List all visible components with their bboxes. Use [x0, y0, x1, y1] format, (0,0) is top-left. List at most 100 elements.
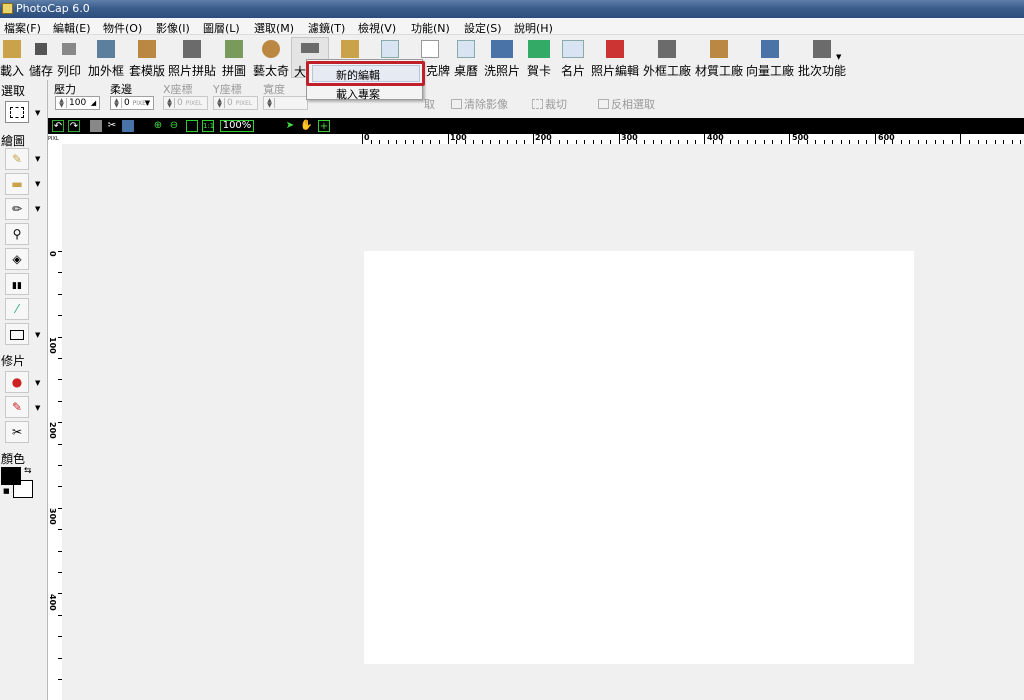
chevron-down-icon[interactable]: ▼ — [35, 155, 40, 163]
template-button[interactable]: 套模版 — [127, 37, 167, 78]
menu-view[interactable]: 檢視(V) — [358, 20, 396, 36]
frame-factory-button[interactable]: 外框工廠 — [641, 37, 693, 78]
printer-icon — [62, 43, 76, 55]
redo-icon[interactable]: ↷ — [68, 120, 80, 132]
clear-image-button[interactable]: 清除影像 — [451, 96, 508, 112]
menu-function[interactable]: 功能(N) — [411, 20, 450, 36]
zoom-level[interactable]: 100% — [220, 120, 254, 132]
menu-object[interactable]: 物件(O) — [103, 20, 142, 36]
partial-hidden-action[interactable]: 取 — [424, 96, 435, 112]
slider-arrow-icon[interactable]: ◢ — [89, 98, 98, 108]
spinner-icon[interactable]: ▲ ▼ — [57, 98, 67, 109]
app-icon — [2, 3, 13, 14]
frame-icon — [97, 40, 115, 58]
menu-file[interactable]: 檔案(F) — [4, 20, 41, 36]
actual-size-icon[interactable]: 1:1 — [202, 120, 214, 132]
retouch-section-label: 修片 — [1, 354, 26, 368]
puzzle-icon — [225, 40, 243, 58]
menu-help[interactable]: 說明(H) — [514, 20, 553, 36]
print-button[interactable]: 列印 — [56, 37, 82, 78]
tool-panel: 選取 ▼ 繪圖 ✎ ▼ ▬ ▼ ✏ ▼ ⚲ ◈ ▮▮ ⁄ ▼ 修片 ● ▼ ✎ … — [0, 80, 48, 700]
frame-factory-icon — [658, 40, 676, 58]
spinner-icon[interactable]: ▲ ▼ — [165, 98, 175, 109]
stamp-tool[interactable]: ⚲ — [5, 223, 29, 245]
y-coordinate-input[interactable]: ▲ ▼ 0 PIXEL — [213, 96, 258, 110]
photo-edit-button[interactable]: 照片編輯 — [589, 37, 641, 78]
swap-colors-icon[interactable]: ⇆ — [24, 466, 32, 476]
color-section-label: 顏色 — [1, 452, 26, 466]
spinner-icon[interactable]: ▲ ▼ — [112, 98, 122, 109]
canvas-page[interactable] — [364, 251, 914, 664]
reset-colors-icon[interactable]: ■ — [3, 487, 10, 495]
add-frame-button[interactable]: 加外框 — [86, 37, 126, 78]
red-highlight-box — [306, 61, 425, 86]
width-input[interactable]: ▲ ▼ — [263, 96, 308, 110]
montage-button[interactable]: 藝太奇 — [251, 37, 291, 78]
eyedropper-tool[interactable]: ⁄ — [5, 298, 29, 320]
menu-edit[interactable]: 編輯(E) — [53, 20, 91, 36]
eraser-tool[interactable]: ▬ — [5, 173, 29, 195]
fill-tool[interactable]: ◈ — [5, 248, 29, 270]
invert-selection-button[interactable]: 反相選取 — [598, 96, 655, 112]
x-coordinate-input[interactable]: ▲ ▼ 0 PIXEL — [163, 96, 208, 110]
soft-edge-input[interactable]: ▲ ▼ 0 PIXEL ▼ — [110, 96, 154, 110]
retouch-brush-tool[interactable]: ✎ — [5, 396, 29, 418]
chevron-down-icon[interactable]: ▼ — [35, 109, 40, 117]
spinner-icon[interactable]: ▲ ▼ — [215, 98, 225, 109]
save-button[interactable]: 儲存 — [28, 37, 54, 78]
vector-factory-button[interactable]: 向量工廠 — [744, 37, 796, 78]
chevron-down-icon[interactable]: ▼ — [35, 331, 40, 339]
pointer-icon[interactable]: ➤ — [284, 120, 296, 132]
pressure-input[interactable]: ▲ ▼ 100 ◢ — [55, 96, 100, 110]
undo-icon[interactable]: ↶ — [52, 120, 64, 132]
paste-icon[interactable] — [122, 120, 134, 132]
foreground-color-swatch[interactable] — [1, 467, 21, 485]
chevron-down-icon[interactable]: ▼ — [35, 180, 40, 188]
print-photo-button[interactable]: 洗照片 — [482, 37, 522, 78]
cutout-tool[interactable]: ✂ — [5, 421, 29, 443]
menu-item-load-project[interactable]: 載入專案 — [336, 86, 380, 102]
chevron-down-icon[interactable]: ▼ — [35, 205, 40, 213]
menu-image[interactable]: 影像(I) — [156, 20, 190, 36]
ruler-tick — [533, 134, 534, 144]
hand-pan-icon[interactable]: ✋ — [300, 120, 312, 132]
collage-button[interactable]: 照片拼貼 — [166, 37, 218, 78]
batch-button[interactable]: 批次功能 ▼ — [796, 37, 848, 78]
menu-layer[interactable]: 圖層(L) — [203, 20, 240, 36]
red-eye-icon: ● — [11, 375, 23, 389]
load-button[interactable]: 載入 — [0, 37, 24, 78]
pencil-tool[interactable]: ✏ — [5, 198, 29, 220]
zoom-in-icon[interactable]: ⊕ — [152, 120, 164, 132]
cut-icon[interactable]: ✂ — [106, 120, 118, 132]
menu-settings[interactable]: 設定(S) — [464, 20, 502, 36]
texture-factory-button[interactable]: 材質工廠 — [693, 37, 745, 78]
chevron-down-icon[interactable]: ▼ — [35, 379, 40, 387]
greeting-card-button[interactable]: 賀卡 — [524, 37, 554, 78]
puzzle-button[interactable]: 拼圖 — [220, 37, 248, 78]
menu-select[interactable]: 選取(M) — [254, 20, 294, 36]
shape-tool[interactable] — [5, 323, 29, 345]
dropdown-arrow-icon[interactable]: ▼ — [836, 53, 841, 61]
brush-tool[interactable]: ✎ — [5, 148, 29, 170]
ruler-tick — [619, 134, 620, 144]
montage-icon — [262, 40, 280, 58]
crosshair-icon[interactable]: + — [318, 120, 330, 132]
spinner-icon[interactable]: ▲ ▼ — [265, 98, 275, 109]
y-coordinate-label: Y座標 — [213, 83, 242, 96]
chevron-down-icon[interactable]: ▼ — [143, 98, 152, 108]
chevron-down-icon[interactable]: ▼ — [35, 404, 40, 412]
brush-icon: ✎ — [11, 152, 23, 166]
menu-filter[interactable]: 濾鏡(T) — [308, 20, 345, 36]
crop-button[interactable]: 裁切 — [532, 96, 567, 112]
redeye-tool[interactable]: ● — [5, 371, 29, 393]
print-photo-icon — [491, 40, 513, 58]
copy-icon[interactable] — [90, 120, 102, 132]
business-card-button[interactable]: 名片 — [558, 37, 588, 78]
fit-window-icon[interactable] — [186, 120, 198, 132]
gradient-tool[interactable]: ▮▮ — [5, 273, 29, 295]
desk-calendar-button[interactable]: 桌曆 — [452, 37, 480, 78]
zoom-out-icon[interactable]: ⊖ — [168, 120, 180, 132]
draw-section-label: 繪圖 — [1, 134, 26, 148]
rect-select-tool[interactable] — [5, 101, 29, 123]
ruler-tick — [789, 134, 790, 144]
